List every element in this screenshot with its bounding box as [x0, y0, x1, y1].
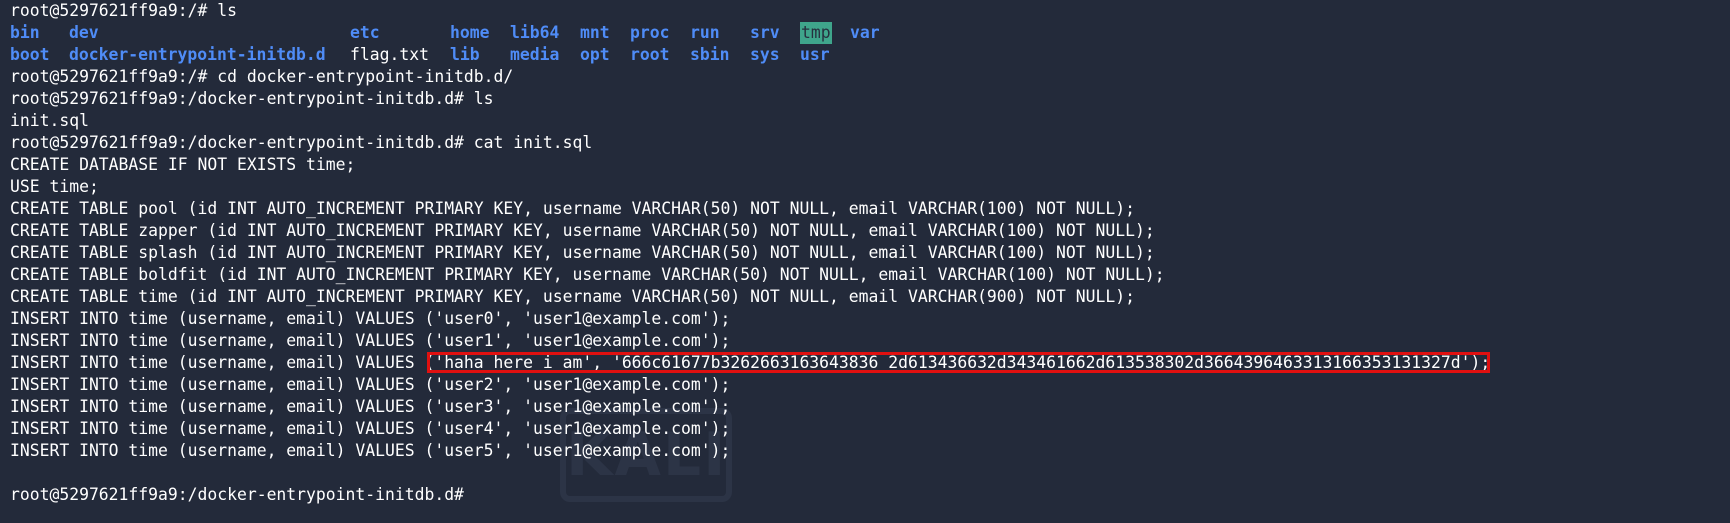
- dir-entry-sys: sys: [750, 45, 780, 64]
- dir-entry-bin: bin: [10, 23, 40, 42]
- dir-entry-lib: lib: [450, 45, 480, 64]
- sql-line: USE time;: [10, 177, 99, 196]
- ls-output-row-1: bin dev etc home lib64 mnt proc run srv …: [10, 22, 1730, 44]
- dir-entry-media: media: [510, 45, 560, 64]
- sql-line: CREATE TABLE time (id INT AUTO_INCREMENT…: [10, 287, 1135, 306]
- dir-entry-proc: proc: [630, 23, 670, 42]
- prompt-line: root@5297621ff9a9:/docker-entrypoint-ini…: [10, 133, 593, 152]
- sql-line: CREATE TABLE splash (id INT AUTO_INCREME…: [10, 243, 1155, 262]
- sql-line: INSERT INTO time (username, email) VALUE…: [10, 375, 731, 394]
- dir-entry-sbin: sbin: [690, 45, 730, 64]
- prompt-line: root@5297621ff9a9:/# ls: [10, 1, 237, 20]
- sql-line: CREATE DATABASE IF NOT EXISTS time;: [10, 155, 356, 174]
- dir-entry-dev: dev: [69, 23, 99, 42]
- ls-output-row-2: boot docker-entrypoint-initdb.d flag.txt…: [10, 44, 1730, 66]
- sql-line: CREATE TABLE zapper (id INT AUTO_INCREME…: [10, 221, 1155, 240]
- sql-line: CREATE TABLE pool (id INT AUTO_INCREMENT…: [10, 199, 1135, 218]
- dir-entry-opt: opt: [580, 45, 610, 64]
- dir-entry-root: root: [630, 45, 670, 64]
- dir-entry-docker-entrypoint-initdb: docker-entrypoint-initdb.d: [69, 45, 326, 64]
- dir-entry-mnt: mnt: [580, 23, 610, 42]
- sql-line: INSERT INTO time (username, email) VALUE…: [10, 309, 731, 328]
- file-entry-flag-txt: flag.txt: [350, 45, 429, 64]
- dir-entry-var: var: [850, 23, 880, 42]
- sql-line: INSERT INTO time (username, email) VALUE…: [10, 397, 731, 416]
- dir-entry-srv: srv: [750, 23, 780, 42]
- dir-entry-tmp: tmp: [800, 22, 832, 44]
- dir-entry-lib64: lib64: [510, 23, 560, 42]
- red-annotation-box: [427, 352, 1490, 373]
- prompt-line: root@5297621ff9a9:/# cd docker-entrypoin…: [10, 67, 514, 86]
- terminal-output[interactable]: root@5297621ff9a9:/# ls bin dev etc home…: [10, 0, 1730, 506]
- sql-line: CREATE TABLE boldfit (id INT AUTO_INCREM…: [10, 265, 1165, 284]
- dir-entry-run: run: [690, 23, 720, 42]
- output-line: init.sql: [10, 111, 89, 130]
- dir-entry-home: home: [450, 23, 490, 42]
- dir-entry-etc: etc: [350, 23, 380, 42]
- current-prompt[interactable]: root@5297621ff9a9:/docker-entrypoint-ini…: [10, 484, 1730, 506]
- sql-line: INSERT INTO time (username, email) VALUE…: [10, 419, 731, 438]
- dir-entry-usr: usr: [800, 45, 830, 64]
- dir-entry-boot: boot: [10, 45, 50, 64]
- sql-line: INSERT INTO time (username, email) VALUE…: [10, 441, 731, 460]
- sql-line: INSERT INTO time (username, email) VALUE…: [10, 331, 731, 350]
- prompt-line: root@5297621ff9a9:/docker-entrypoint-ini…: [10, 89, 494, 108]
